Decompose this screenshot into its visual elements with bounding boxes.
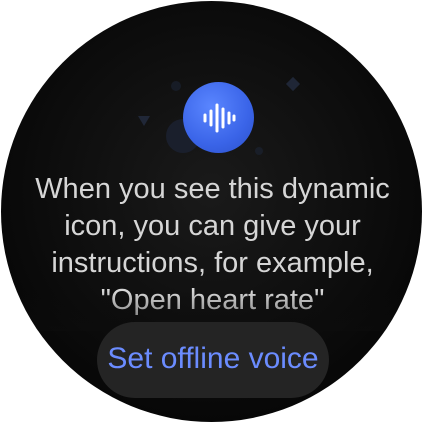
decorative-dot xyxy=(171,81,181,91)
decorative-diamond xyxy=(285,76,301,92)
decorative-dot xyxy=(255,147,263,155)
watch-screen: When you see this dynamic icon, you can … xyxy=(1,1,422,422)
voice-wave-icon xyxy=(183,82,254,153)
decorative-triangle xyxy=(138,116,150,126)
sound-wave-icon xyxy=(203,103,235,132)
set-offline-voice-button[interactable]: Set offline voice xyxy=(97,322,329,398)
